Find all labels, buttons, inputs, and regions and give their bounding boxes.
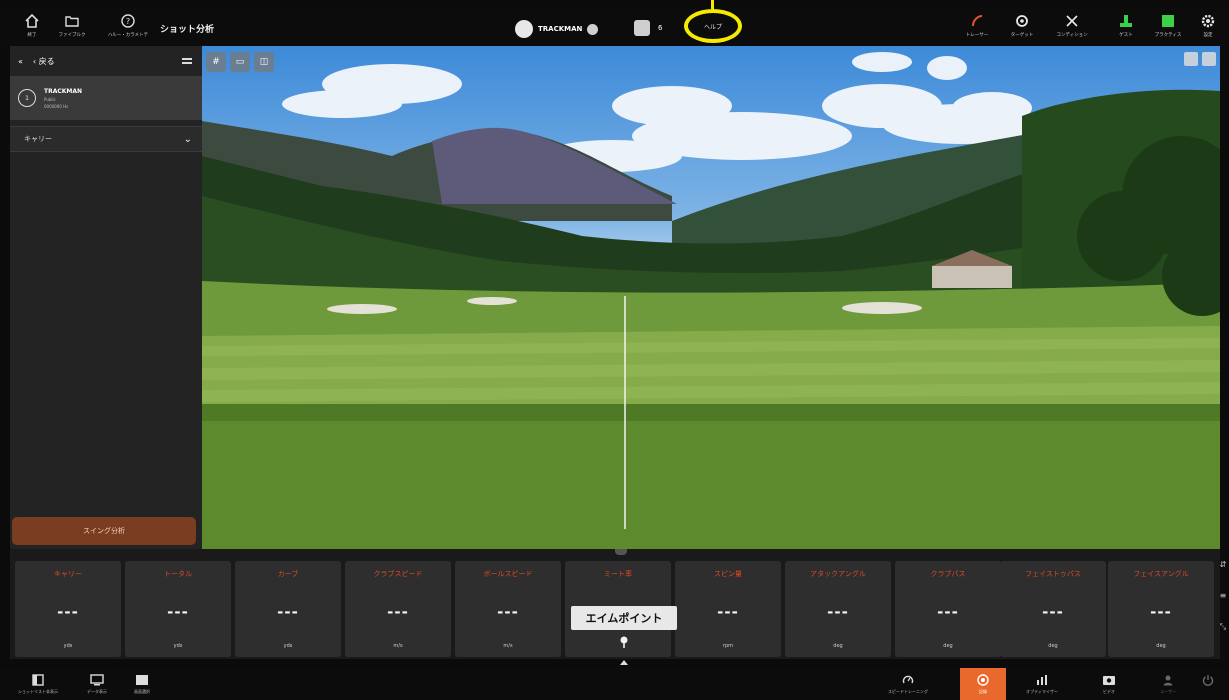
collapse-panel-icon[interactable]: « xyxy=(18,57,23,66)
tee-icon xyxy=(1118,13,1134,29)
screen-select-button[interactable]: 画面選択 xyxy=(122,668,162,700)
expand-icon[interactable]: ⤡ xyxy=(1220,622,1226,632)
data-card-club-speed[interactable]: クラブスピード --- m/s xyxy=(345,561,451,657)
help-menu-button[interactable]: ? ハルー・カラメトテ xyxy=(108,10,148,44)
record-button[interactable]: 記録 xyxy=(960,668,1006,700)
data-card-spin-rate[interactable]: スピン量 --- rpm xyxy=(675,561,781,657)
monitor-icon xyxy=(90,674,104,686)
highlight-pointer xyxy=(711,0,714,9)
svg-text:?: ? xyxy=(126,17,130,26)
scene-artwork xyxy=(202,52,1220,549)
player-icon: 1 xyxy=(18,89,36,107)
data-card-total[interactable]: トータル --- yds xyxy=(125,561,231,657)
hide-shot-list-button[interactable]: ショットリスト非表示 xyxy=(8,668,68,700)
club-icon xyxy=(634,20,650,36)
data-card-face-to-path[interactable]: フェイストゥパス --- deg xyxy=(1000,561,1106,657)
practice-button[interactable]: プラクティス xyxy=(1148,10,1188,44)
sort-icon[interactable]: ⇵ xyxy=(1220,560,1227,569)
target-icon xyxy=(1014,13,1030,29)
data-card-attack-angle[interactable]: アタックアングル --- deg xyxy=(785,561,891,657)
tracker-icon xyxy=(969,13,985,29)
grid-button[interactable]: # xyxy=(206,52,226,72)
video-button[interactable]: ビデオ xyxy=(1084,668,1134,700)
speed-training-button[interactable]: スピードトレーニング xyxy=(880,668,936,700)
layout-view-button[interactable]: ◫ xyxy=(254,52,274,72)
shot-list-panel: « ‹ 戻る 1 TRACKMAN Public 0000000 Hc キャリー… xyxy=(10,46,202,549)
menu-icon[interactable] xyxy=(182,58,192,64)
bottom-toolbar: ショットリスト非表示 データ表示 画面選択 スピードトレーニング 記録 オプティ… xyxy=(0,668,1229,700)
camera-view-button[interactable]: ▭ xyxy=(230,52,250,72)
user-icon xyxy=(1161,674,1175,686)
swing-analysis-button[interactable]: スイング分析 xyxy=(12,517,196,545)
chevron-down-icon: ⌄ xyxy=(183,133,192,145)
scene-tools: # ▭ ◫ xyxy=(206,52,274,72)
layout-icon xyxy=(135,674,149,686)
data-card-face-angle[interactable]: フェイスアングル --- deg xyxy=(1108,561,1214,657)
grid-icon: # xyxy=(212,57,220,67)
data-card-club-path[interactable]: クラブパス --- deg xyxy=(895,561,1001,657)
tracer-button[interactable]: トレーサー xyxy=(957,10,997,44)
camera-view-icon: ▭ xyxy=(235,57,245,67)
avatar xyxy=(515,20,533,38)
settings-icon xyxy=(1200,13,1216,29)
fullscreen-icon[interactable] xyxy=(1202,52,1216,66)
range-scene[interactable]: # ▭ ◫ xyxy=(202,46,1220,549)
settings-button[interactable]: 設定 xyxy=(1190,10,1226,44)
strip-handle[interactable] xyxy=(615,549,627,555)
user-button[interactable]: ユーザー xyxy=(1150,668,1186,700)
top-toolbar: 終了 ファイブルク ? ハルー・カラメトテ ショット分析 TRACKMAN 6 … xyxy=(0,8,1229,46)
home-icon xyxy=(24,13,40,29)
view-switcher xyxy=(1184,52,1216,66)
panel-icon xyxy=(31,674,45,686)
panel-header: « ‹ 戻る xyxy=(10,46,202,76)
list-icon[interactable]: ≡ xyxy=(1220,591,1227,600)
aim-arrow-icon xyxy=(620,660,628,665)
exit-button[interactable]: 終了 xyxy=(12,10,52,44)
power-icon xyxy=(1201,674,1215,686)
data-card-ball-speed[interactable]: ボールスピード --- m/s xyxy=(455,561,561,657)
course-icon xyxy=(1064,13,1080,29)
player-card[interactable]: 1 TRACKMAN Public 0000000 Hc xyxy=(10,76,202,120)
club-selector[interactable]: 6 xyxy=(634,20,662,36)
user-settings-icon xyxy=(587,23,599,35)
back-button[interactable]: ‹ 戻る xyxy=(33,56,55,67)
gauge-icon xyxy=(901,674,915,686)
camera-icon xyxy=(1102,674,1116,686)
file-button[interactable]: ファイブルク xyxy=(52,10,92,44)
page-title: ショット分析 xyxy=(160,25,215,35)
help-button[interactable]: ヘルプ xyxy=(684,9,742,43)
record-icon xyxy=(976,674,990,686)
target-button[interactable]: ターゲット xyxy=(1002,10,1042,44)
data-card-curve[interactable]: カーブ --- yds xyxy=(235,561,341,657)
chart-icon xyxy=(1035,674,1049,686)
question-icon: ? xyxy=(120,13,136,29)
practice-icon xyxy=(1160,13,1176,29)
folder-icon xyxy=(64,13,80,29)
conditions-button[interactable]: コンディション xyxy=(1052,10,1092,44)
data-display-button[interactable]: データ表示 xyxy=(78,668,116,700)
power-button[interactable] xyxy=(1192,668,1224,700)
user-selector[interactable]: TRACKMAN xyxy=(515,20,599,38)
metric-dropdown[interactable]: キャリー ⌄ xyxy=(10,126,202,152)
layout-icon: ◫ xyxy=(259,57,269,67)
guest-button[interactable]: ゲスト xyxy=(1106,10,1146,44)
optimizer-button[interactable]: オプティマイザー xyxy=(1010,668,1074,700)
data-card-carry[interactable]: キャリー --- yds xyxy=(15,561,121,657)
aim-point-pin-icon[interactable] xyxy=(619,636,629,648)
strip-side-controls: ⇵ ≡ ⤡ xyxy=(1217,560,1229,650)
aim-point-tooltip: エイムポイント xyxy=(571,606,677,630)
split-view-icon[interactable] xyxy=(1184,52,1198,66)
